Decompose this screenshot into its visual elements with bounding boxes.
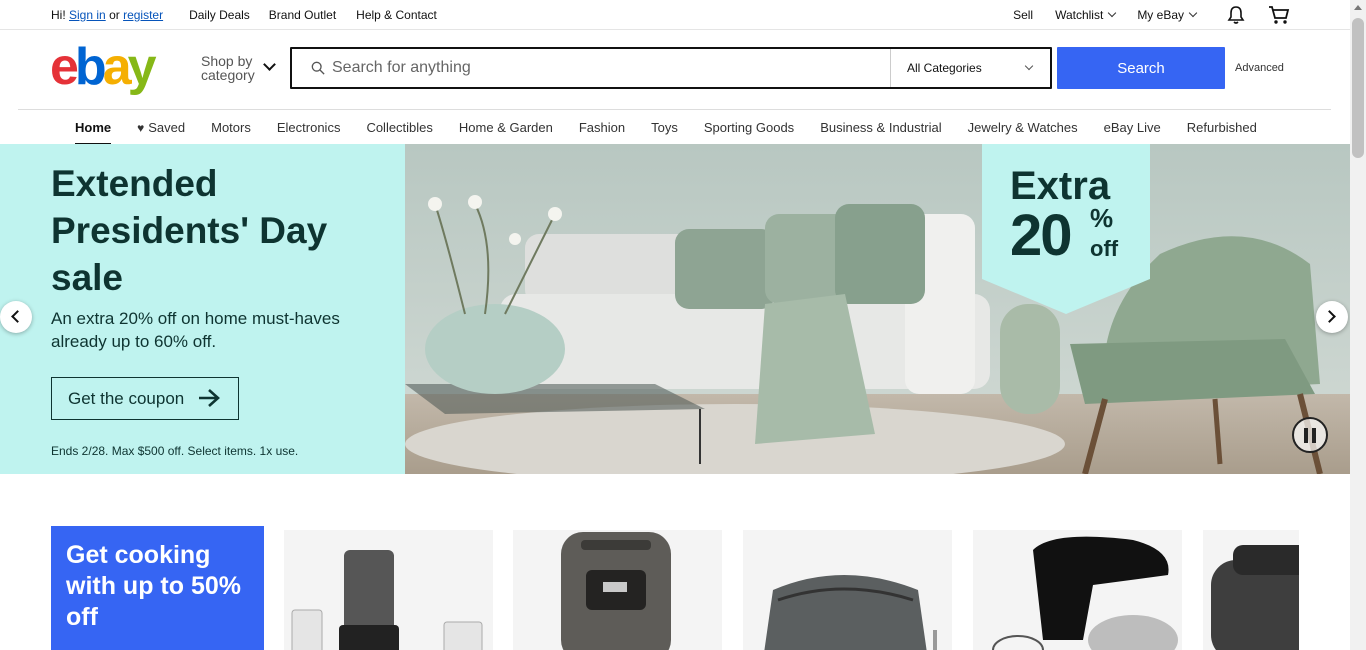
search-input[interactable] <box>332 55 882 81</box>
shop-by-label: Shop by <box>201 53 253 69</box>
chevron-right-icon <box>1323 310 1336 323</box>
badge-percent: % <box>1090 203 1114 233</box>
my-ebay-label: My eBay <box>1137 8 1184 22</box>
product-tile-stand-mixer[interactable] <box>973 530 1182 650</box>
register-link[interactable]: register <box>123 8 163 22</box>
nav-item-home-garden[interactable]: Home & Garden <box>459 120 553 135</box>
logo-a: a <box>102 38 132 96</box>
hero-subtitle: An extra 20% off on home must-haves alre… <box>51 309 340 351</box>
carousel-next-button[interactable] <box>1316 301 1348 333</box>
carousel-pause-button[interactable] <box>1292 417 1328 453</box>
grill-image <box>764 575 937 650</box>
chevron-down-icon <box>263 58 276 71</box>
pressure-cooker-image <box>1211 545 1299 650</box>
page-scrollbar[interactable] <box>1350 0 1366 650</box>
nav-item-sporting-goods[interactable]: Sporting Goods <box>704 120 794 135</box>
hero-banner: Extended Presidents' Day sale An extra 2… <box>0 144 1350 474</box>
arrow-right-icon <box>199 389 220 407</box>
product-tile-pressure-cooker[interactable] <box>1203 530 1299 650</box>
get-coupon-button[interactable]: Get the coupon <box>51 377 239 420</box>
logo-e: e <box>50 38 79 96</box>
heart-icon: ♥ <box>137 121 145 135</box>
cart-icon[interactable] <box>1268 5 1290 25</box>
air-fryer-image <box>561 532 671 650</box>
get-coupon-label: Get the coupon <box>68 388 185 408</box>
search-icon <box>311 61 325 75</box>
or-text: or <box>109 8 120 22</box>
notification-bell-icon[interactable] <box>1226 5 1246 25</box>
nav-item-collectibles[interactable]: Collectibles <box>366 120 432 135</box>
header: ebay Shop by category All Categories Sea… <box>0 31 1350 109</box>
greeting-text: Hi! <box>51 8 66 22</box>
daily-deals-link[interactable]: Daily Deals <box>189 8 250 22</box>
nav-item-ebay-live[interactable]: eBay Live <box>1104 120 1161 135</box>
hero-title: Extended Presidents' Day sale <box>51 163 328 298</box>
category-nav: Home ♥ Saved Motors Electronics Collectib… <box>18 109 1331 145</box>
sign-in-link[interactable]: Sign in <box>69 8 106 22</box>
category-label: category <box>201 67 255 83</box>
nav-item-toys[interactable]: Toys <box>651 120 678 135</box>
chevron-down-icon <box>1108 8 1117 18</box>
ebay-logo[interactable]: ebay <box>50 38 157 96</box>
scrollbar-thumb[interactable] <box>1352 18 1364 158</box>
hero-image <box>405 144 1350 474</box>
search-bar: All Categories <box>290 47 1052 89</box>
chevron-left-icon <box>11 310 24 323</box>
product-tile-grill[interactable] <box>743 530 952 650</box>
hero-text-panel: Extended Presidents' Day sale An extra 2… <box>0 144 405 474</box>
nav-item-electronics[interactable]: Electronics <box>277 120 341 135</box>
nav-item-saved[interactable]: ♥ Saved <box>137 120 185 135</box>
brand-outlet-link[interactable]: Brand Outlet <box>269 8 336 22</box>
carousel-prev-button[interactable] <box>0 301 32 333</box>
top-bar-right: Sell Watchlist My eBay <box>991 5 1290 25</box>
shop-by-category-button[interactable]: Shop by category <box>201 53 276 83</box>
help-contact-link[interactable]: Help & Contact <box>356 8 437 22</box>
stand-mixer-image <box>992 536 1178 650</box>
product-tile-blender[interactable] <box>284 530 493 650</box>
watchlist-label: Watchlist <box>1055 8 1104 22</box>
hero-fine-print: Ends 2/28. Max $500 off. Select items. 1… <box>51 444 299 458</box>
logo-b: b <box>74 38 107 96</box>
blender-image <box>291 550 483 650</box>
chevron-down-icon <box>1188 8 1198 18</box>
nav-item-refurbished[interactable]: Refurbished <box>1187 120 1257 135</box>
nav-item-motors[interactable]: Motors <box>211 120 251 135</box>
nav-item-saved-label: Saved <box>148 120 186 135</box>
category-select-value: All Categories <box>907 61 982 75</box>
my-ebay-menu[interactable]: My eBay <box>1137 8 1198 22</box>
product-tile-air-fryer[interactable] <box>513 530 722 650</box>
top-bar-left: Hi! Sign in or register Daily Deals Bran… <box>51 8 437 22</box>
promo-text: Get cooking with up to 50% off <box>66 541 241 631</box>
top-bar: Hi! Sign in or register Daily Deals Bran… <box>0 0 1350 30</box>
nav-item-fashion[interactable]: Fashion <box>579 120 625 135</box>
nav-item-jewelry-watches[interactable]: Jewelry & Watches <box>968 120 1078 135</box>
badge-off-text: off <box>1090 236 1119 261</box>
advanced-search-link[interactable]: Advanced <box>1235 62 1284 74</box>
badge-number: 20 <box>1010 203 1072 268</box>
logo-y: y <box>127 38 157 96</box>
sell-link[interactable]: Sell <box>1013 8 1033 22</box>
category-select[interactable]: All Categories <box>890 49 1050 87</box>
scroll-up-arrow-icon[interactable] <box>1354 5 1362 10</box>
nav-item-home[interactable]: Home <box>75 120 112 145</box>
nav-item-business-industrial[interactable]: Business & Industrial <box>820 120 941 135</box>
search-button[interactable]: Search <box>1057 47 1225 89</box>
chevron-down-icon <box>1024 61 1034 71</box>
watchlist-menu[interactable]: Watchlist <box>1055 8 1117 22</box>
cooking-promo-card[interactable]: Get cooking with up to 50% off <box>51 526 264 650</box>
